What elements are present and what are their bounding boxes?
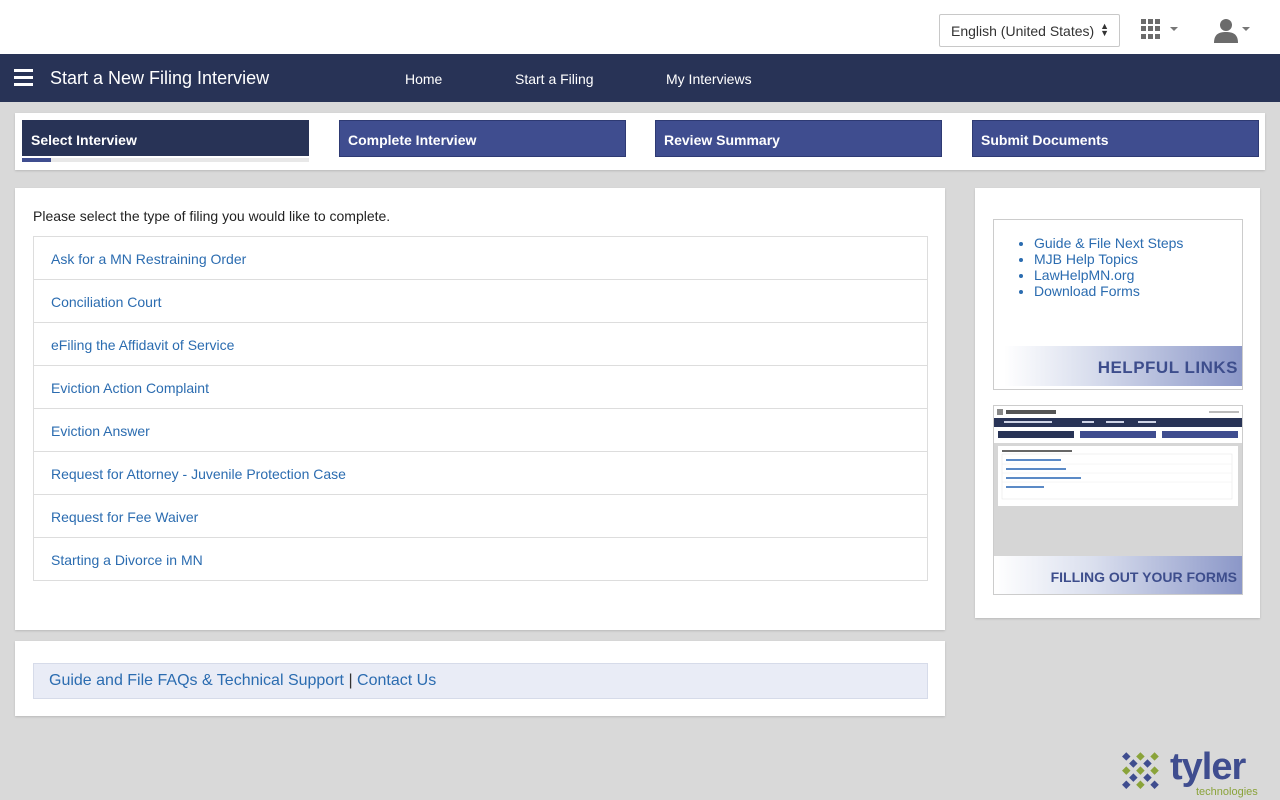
filing-option-eviction-answer[interactable]: Eviction Answer <box>34 409 927 452</box>
helpful-links-list: Guide & File Next Steps MJB Help Topics … <box>1017 235 1183 299</box>
step-select-interview[interactable]: Select Interview <box>22 120 309 156</box>
list-item: Guide & File Next Steps <box>1034 235 1183 251</box>
filing-option-affidavit-of-service[interactable]: eFiling the Affidavit of Service <box>34 323 927 366</box>
nav-link-home[interactable]: Home <box>405 71 442 87</box>
filing-option-eviction-complaint[interactable]: Eviction Action Complaint <box>34 366 927 409</box>
main-navbar: Start a New Filing Interview Home Start … <box>0 54 1280 102</box>
contact-us-link[interactable]: Contact Us <box>357 672 436 689</box>
step-complete-interview[interactable]: Complete Interview <box>339 120 626 157</box>
filing-selection-card: Please select the type of filing you wou… <box>15 188 945 630</box>
page-title: Start a New Filing Interview <box>50 68 270 88</box>
step-submit-documents[interactable]: Submit Documents <box>972 120 1259 157</box>
filing-option-attorney-juvenile[interactable]: Request for Attorney - Juvenile Protecti… <box>34 452 927 495</box>
language-select-value: English (United States) <box>951 23 1095 39</box>
faq-support-link[interactable]: Guide and File FAQs & Technical Support <box>49 672 344 689</box>
step-progress-bar <box>22 158 51 162</box>
support-links-bar: Guide and File FAQs & Technical Support … <box>33 663 928 699</box>
top-bar: English (United States) ▲ ▼ <box>0 0 1280 54</box>
sidebar-card: Guide & File Next Steps MJB Help Topics … <box>975 188 1260 618</box>
user-menu-button[interactable] <box>1210 16 1255 44</box>
progress-steps: Select Interview Complete Interview Revi… <box>15 113 1265 170</box>
user-icon <box>1214 19 1238 43</box>
helpful-links-box: Guide & File Next Steps MJB Help Topics … <box>993 219 1243 390</box>
filing-type-list: Ask for a MN Restraining Order Conciliat… <box>33 236 928 581</box>
nav-link-start-filing[interactable]: Start a Filing <box>515 71 594 87</box>
link-next-steps[interactable]: Guide & File Next Steps <box>1034 235 1183 251</box>
link-mjb-help[interactable]: MJB Help Topics <box>1034 251 1138 267</box>
select-arrows-icon: ▲ ▼ <box>1100 21 1109 38</box>
tyler-technologies-logo: tyler technologies <box>1110 745 1270 800</box>
chevron-down-icon <box>1170 27 1178 31</box>
language-select[interactable]: English (United States) ▲ ▼ <box>939 14 1120 47</box>
hamburger-menu-icon[interactable] <box>14 69 33 86</box>
filing-option-divorce[interactable]: Starting a Divorce in MN <box>34 538 927 580</box>
helpful-links-banner: HELPFUL LINKS <box>1004 346 1242 386</box>
tyler-wordmark: tyler <box>1170 746 1246 788</box>
forms-preview-thumbnail <box>994 406 1242 506</box>
support-footer-card: Guide and File FAQs & Technical Support … <box>15 641 945 716</box>
link-separator: | <box>348 672 353 689</box>
nav-link-my-interviews[interactable]: My Interviews <box>666 71 752 87</box>
filing-option-restraining-order[interactable]: Ask for a MN Restraining Order <box>34 237 927 280</box>
filling-out-forms-tile[interactable]: FILLING OUT YOUR FORMS <box>993 405 1243 595</box>
filing-option-fee-waiver[interactable]: Request for Fee Waiver <box>34 495 927 538</box>
chevron-down-icon <box>1242 27 1250 31</box>
tyler-logo-mark-icon <box>1122 752 1159 789</box>
link-lawhelpmn[interactable]: LawHelpMN.org <box>1034 267 1134 283</box>
tyler-subtitle: technologies <box>1196 786 1258 798</box>
intro-text: Please select the type of filing you wou… <box>33 208 391 224</box>
filing-option-conciliation-court[interactable]: Conciliation Court <box>34 280 927 323</box>
apps-menu-button[interactable] <box>1141 19 1181 41</box>
list-item: Download Forms <box>1034 283 1183 299</box>
apps-grid-icon <box>1141 19 1162 39</box>
list-item: LawHelpMN.org <box>1034 267 1183 283</box>
list-item: MJB Help Topics <box>1034 251 1183 267</box>
step-review-summary[interactable]: Review Summary <box>655 120 942 157</box>
link-download-forms[interactable]: Download Forms <box>1034 283 1140 299</box>
step-progress-track <box>22 158 309 162</box>
filling-out-forms-banner: FILLING OUT YOUR FORMS <box>994 556 1242 594</box>
